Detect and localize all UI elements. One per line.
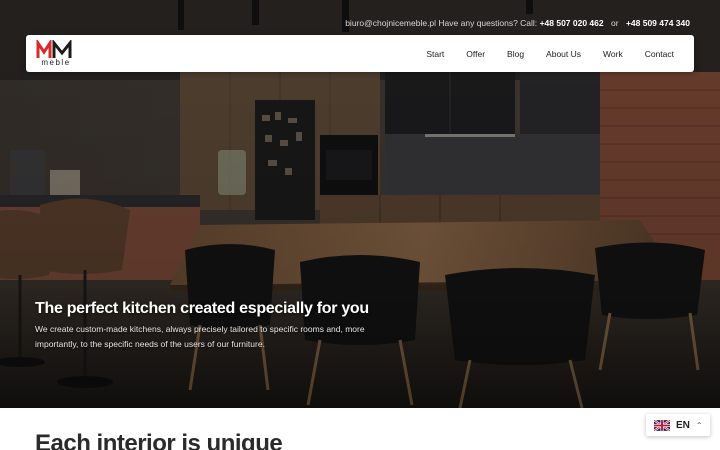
nav-start[interactable]: Start	[426, 49, 444, 59]
logo-wordmark: meble	[41, 58, 71, 67]
language-switcher[interactable]: EN ⌃	[646, 414, 710, 436]
contact-question: Have any questions? Call:	[438, 18, 538, 28]
logo-mark-icon	[36, 38, 72, 58]
phone-link-1[interactable]: +48 507 020 462	[540, 18, 604, 28]
or-separator: or	[611, 18, 619, 28]
site-logo[interactable]: meble	[36, 38, 76, 68]
email-link[interactable]: biuro@chojnicemeble.pl	[345, 18, 436, 28]
uk-flag-icon	[654, 419, 670, 431]
nav-offer[interactable]: Offer	[466, 49, 485, 59]
primary-nav: Start Offer Blog About Us Work Contact	[426, 35, 674, 72]
nav-work[interactable]: Work	[603, 49, 623, 59]
nav-contact[interactable]: Contact	[645, 49, 674, 59]
hero-subtitle: We create custom-made kitchens, always p…	[35, 324, 365, 349]
hero-title: The perfect kitchen created especially f…	[35, 300, 369, 317]
nav-blog[interactable]: Blog	[507, 49, 524, 59]
contact-bar: biuro@chojnicemeble.pl Have any question…	[345, 18, 690, 28]
phone-link-2[interactable]: +48 509 474 340	[626, 18, 690, 28]
section-heading: Each interior is unique	[35, 430, 283, 450]
nav-about-us[interactable]: About Us	[546, 49, 581, 59]
main-navigation-bar: meble Start Offer Blog About Us Work Con…	[26, 35, 694, 72]
chevron-up-icon: ⌃	[695, 420, 703, 430]
language-code: EN	[676, 419, 690, 431]
